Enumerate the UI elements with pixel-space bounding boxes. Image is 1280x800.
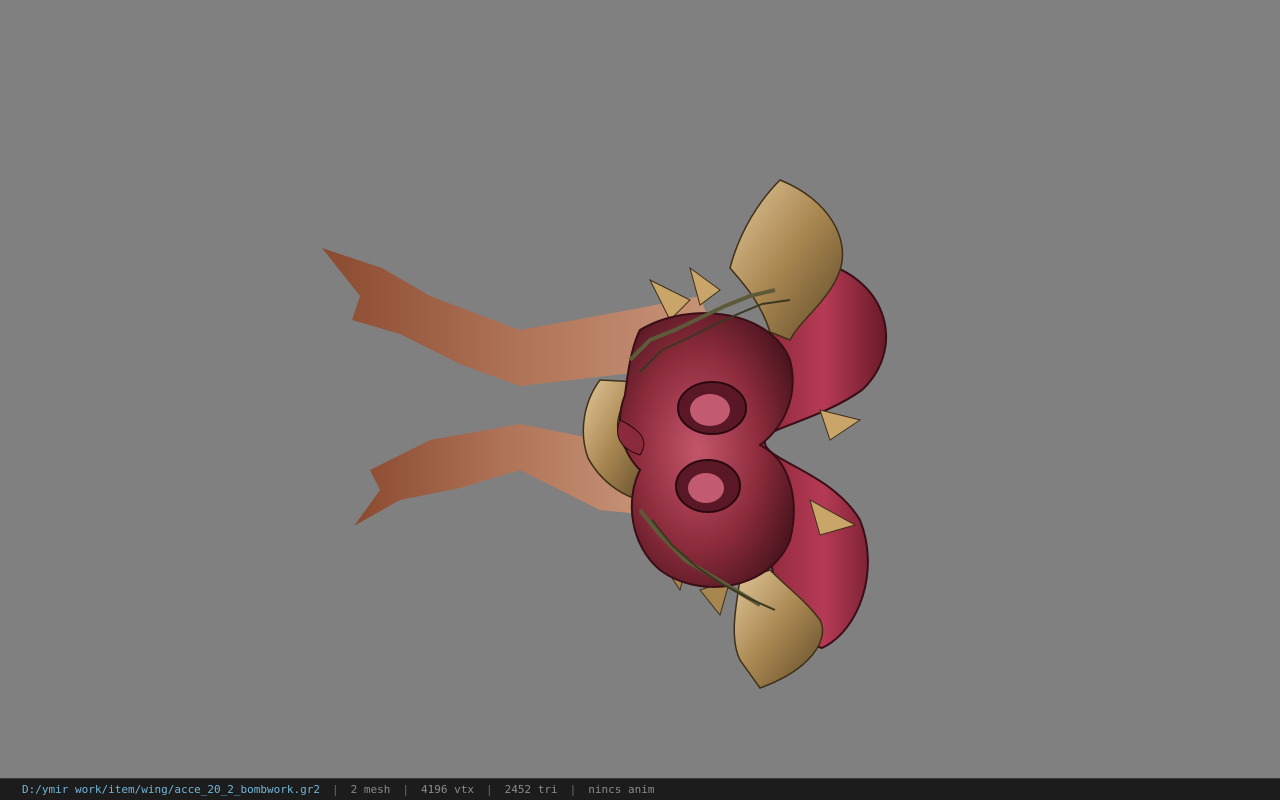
status-bar: D:/ymir work/item/wing/acce_20_2_bombwor… [0,778,1280,800]
separator: | [486,783,493,796]
animation-status: nincs anim [588,783,655,796]
separator: | [332,783,339,796]
separator: | [569,783,577,796]
separator: | [402,783,410,796]
model-render [322,179,887,689]
red-mask [619,312,795,588]
vertex-count: 4196 vtx [421,783,474,796]
file-path: D:/ymir work/item/wing/acce_20_2_bombwor… [22,783,321,796]
3d-viewport[interactable] [0,0,1280,778]
triangle-count: 2452 tri [504,783,558,796]
mesh-count: 2 mesh [350,783,391,796]
